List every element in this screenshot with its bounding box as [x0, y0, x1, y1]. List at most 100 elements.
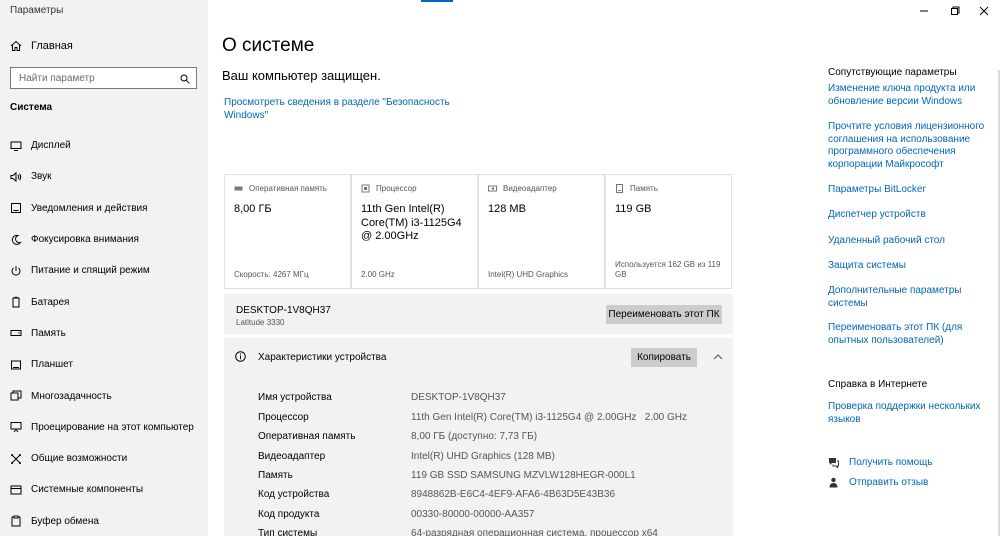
home-icon — [10, 40, 22, 51]
rename-pc-button[interactable]: Переименовать этот ПК — [606, 305, 722, 324]
link-license-terms[interactable]: Прочтите условия лицензионного соглашени… — [828, 121, 988, 171]
card-value: 8,00 ГБ — [234, 203, 272, 215]
shared-experiences-icon — [11, 453, 21, 464]
tablet-icon — [11, 360, 21, 370]
power-icon — [11, 265, 21, 276]
spec-value: 119 GB SSD SAMSUNG MZVLW128HEGR-000L1 — [411, 469, 636, 481]
search-icon[interactable] — [180, 74, 190, 84]
spec-key: Видеоадаптер — [258, 450, 326, 462]
card-label: Процессор — [376, 184, 417, 193]
spec-row: Тип системы 64-разрядная операционная си… — [258, 528, 728, 536]
link-advanced-system-settings[interactable]: Дополнительные параметры системы — [828, 285, 988, 310]
link-bitlocker[interactable]: Параметры BitLocker — [828, 184, 988, 197]
card-value: 128 MB — [488, 203, 526, 215]
spec-value: 11th Gen Intel(R) Core(TM) i3-1125G4 @ 2… — [411, 411, 687, 423]
spec-value: 8948862B-E6C4-4EF9-AFA6-4B63D5E43B36 — [411, 489, 616, 500]
search-placeholder[interactable]: Найти параметр — [19, 73, 95, 84]
device-specs-panel: Характеристики устройства Копировать Имя… — [224, 338, 733, 536]
system-components-icon — [10, 485, 22, 495]
projecting-icon — [10, 422, 22, 433]
card-value: 11th Gen Intel(R) Core(TM) i3-1125G4 @ 2… — [361, 203, 462, 242]
spec-key: Тип системы — [258, 528, 318, 536]
sidebar-item-notifications[interactable]: Уведомления и действия — [0, 193, 208, 224]
spec-row: Код устройства 8948862B-E6C4-4EF9-AFA6-4… — [258, 489, 728, 508]
sidebar-item-system-components[interactable]: Системные компоненты — [0, 474, 208, 505]
sidebar-item-power[interactable]: Питание и спящий режим — [0, 255, 208, 286]
get-help-link[interactable]: Получить помощь — [828, 457, 933, 468]
spec-row: Процессор 11th Gen Intel(R) Core(TM) i3-… — [258, 412, 728, 431]
sidebar-item-display[interactable]: Дисплей — [0, 130, 208, 161]
link-change-product-key[interactable]: Изменение ключа продукта или обновление … — [828, 83, 988, 108]
ram-icon — [234, 186, 243, 191]
help-chat-icon — [829, 458, 839, 468]
send-feedback-link[interactable]: Отправить отзыв — [828, 477, 928, 488]
spec-row: Оперативная память 8,00 ГБ (доступно: 7,… — [258, 431, 728, 450]
clipboard-icon — [11, 515, 21, 527]
sidebar-item-label: Проецирование на этот компьютер — [31, 421, 194, 433]
storage-icon — [10, 330, 22, 337]
card-footer: Intel(R) UHD Graphics — [488, 270, 569, 279]
minimize-icon — [920, 10, 928, 12]
link-multilanguage-support[interactable]: Проверка поддержки нескольких языков — [828, 401, 988, 426]
sidebar-item-clipboard[interactable]: Буфер обмена — [0, 506, 208, 536]
link-device-manager[interactable]: Диспетчер устройств — [828, 209, 988, 222]
card-value: 119 GB — [615, 203, 652, 215]
link-remote-desktop[interactable]: Удаленный рабочий стол — [828, 235, 988, 248]
focus-assist-icon — [11, 234, 22, 245]
sidebar-item-sound[interactable]: Звук — [0, 161, 208, 192]
sidebar-item-label: Планшет — [31, 359, 73, 371]
web-help-heading: Справка в Интернете — [828, 379, 928, 390]
multitasking-icon — [10, 390, 22, 401]
spec-value: DESKTOP-1V8QH37 — [411, 392, 506, 403]
device-specs-title: Характеристики устройства — [258, 352, 387, 363]
sidebar-item-label: Фокусировка внимания — [31, 234, 139, 246]
device-specs-header[interactable]: Характеристики устройства Копировать — [224, 338, 733, 376]
protection-status: Ваш компьютер защищен. — [222, 68, 381, 83]
spec-key: Код устройства — [258, 489, 330, 500]
sidebar-item-label: Питание и спящий режим — [31, 265, 150, 277]
home-label: Главная — [31, 40, 73, 52]
maximize-icon — [951, 6, 960, 15]
link-rename-pc-advanced[interactable]: Переименовать этот ПК (для опытных польз… — [828, 322, 988, 347]
sidebar-item-projecting[interactable]: Проецирование на этот компьютер — [0, 412, 208, 443]
spec-value: 8,00 ГБ (доступно: 7,73 ГБ) — [411, 431, 538, 442]
spec-value: 64-разрядная операционная система, проце… — [411, 528, 658, 536]
minimize-button[interactable] — [914, 4, 934, 18]
spec-row: Имя устройства DESKTOP-1V8QH37 — [258, 392, 728, 411]
display-icon — [10, 141, 22, 151]
home-nav-item[interactable]: Главная — [10, 40, 73, 52]
maximize-button[interactable] — [945, 4, 965, 18]
security-details-link[interactable]: Просмотреть сведения в разделе "Безопасн… — [224, 96, 454, 122]
spec-key: Процессор — [258, 411, 309, 423]
close-button[interactable] — [974, 4, 994, 18]
sidebar-nav: Дисплей Звук Уведомления и действия Фоку… — [0, 130, 208, 536]
pc-name: DESKTOP-1V8QH37 — [236, 305, 331, 316]
card-footer: Скорость: 4267 МГц — [234, 270, 309, 279]
spec-key: Код продукта — [258, 508, 320, 520]
card-footer: 2.00 GHz — [361, 270, 395, 279]
sidebar-item-focus-assist[interactable]: Фокусировка внимания — [0, 224, 208, 255]
search-box[interactable]: Найти параметр — [10, 67, 197, 89]
sidebar-item-shared-experiences[interactable]: Общие возможности — [0, 443, 208, 474]
sidebar-section-title: Система — [10, 102, 53, 113]
card-label: Память — [630, 184, 658, 193]
pc-model: Latitude 3330 — [236, 318, 285, 327]
link-system-protection[interactable]: Защита системы — [828, 260, 988, 273]
sidebar-item-multitasking[interactable]: Многозадачность — [0, 380, 208, 411]
notifications-icon — [11, 203, 21, 214]
spec-key: Оперативная память — [258, 431, 356, 442]
sidebar-item-label: Системные компоненты — [31, 484, 144, 496]
app-title: Параметры — [10, 5, 64, 16]
sidebar-item-label: Многозадачность — [31, 390, 112, 402]
cpu-card: Процессор 11th Gen Intel(R) Core(TM) i3-… — [351, 174, 478, 289]
copy-button[interactable]: Копировать — [631, 348, 697, 367]
storage-card: Память 119 GB Используется 162 GB из 119… — [605, 174, 732, 289]
card-label: Видеоадаптер — [503, 184, 557, 193]
sidebar-item-tablet[interactable]: Планшет — [0, 349, 208, 380]
chevron-up-icon[interactable] — [713, 353, 723, 360]
card-label: Оперативная память — [249, 184, 327, 193]
sidebar-item-battery[interactable]: Батарея — [0, 286, 208, 317]
sidebar-item-storage[interactable]: Память — [0, 318, 208, 349]
info-icon — [235, 351, 246, 362]
gpu-icon — [488, 185, 497, 192]
